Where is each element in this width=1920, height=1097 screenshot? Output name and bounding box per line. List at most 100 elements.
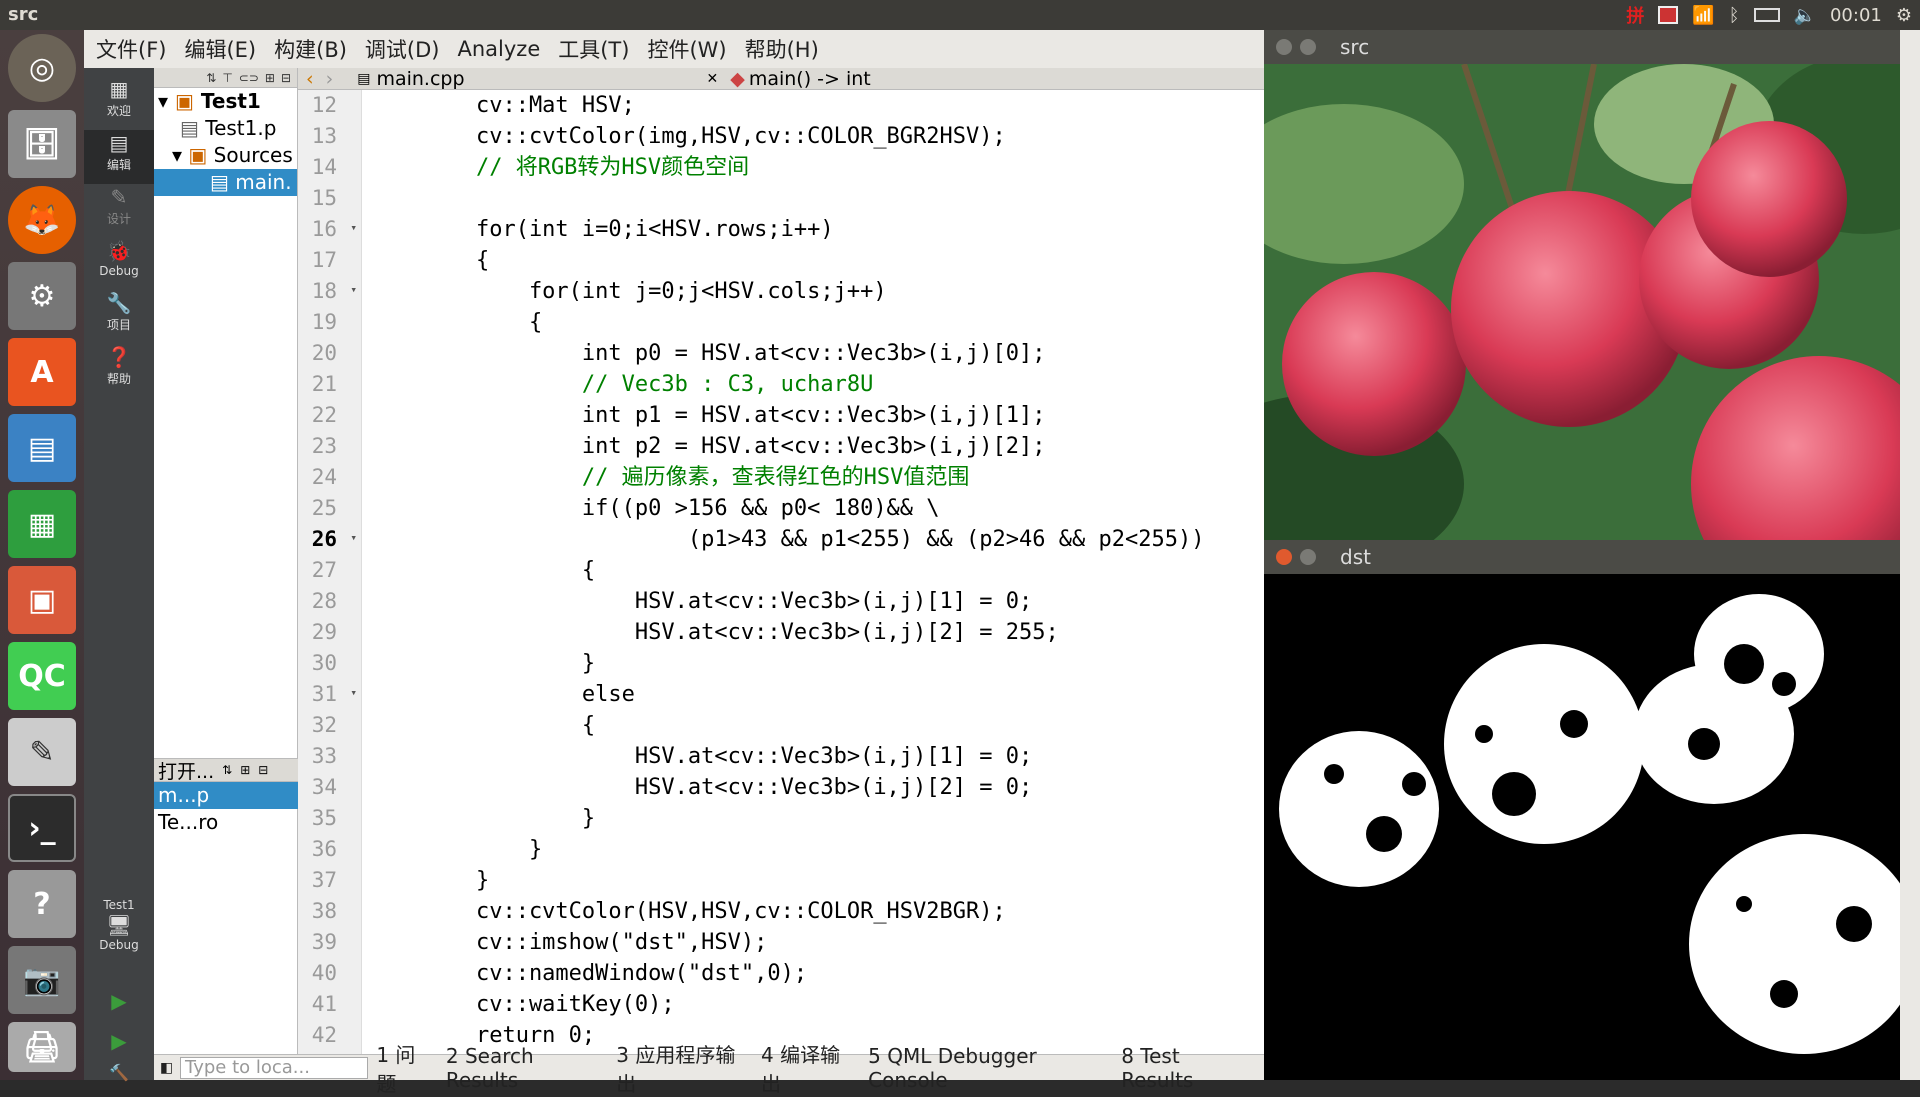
files-icon[interactable]: 🗄: [8, 110, 76, 178]
menu-help[interactable]: 帮助(H): [745, 34, 819, 64]
libreoffice-calc-icon[interactable]: ▦: [8, 490, 76, 558]
code-line[interactable]: HSV.at<cv::Vec3b>(i,j)[1] = 0;: [362, 586, 1264, 617]
close-window-button[interactable]: [1276, 39, 1292, 55]
close-pane-icon[interactable]: ⊟: [258, 763, 268, 777]
tab-search-results[interactable]: 2 Search Results: [446, 1044, 602, 1092]
run-button[interactable]: ▶: [84, 988, 154, 1024]
line-number[interactable]: 34: [298, 772, 361, 803]
ubuntu-dash-icon[interactable]: ◎: [8, 34, 76, 102]
line-number[interactable]: 40: [298, 958, 361, 989]
software-center-icon[interactable]: A: [8, 338, 76, 406]
code-line[interactable]: cv::waitKey(0);: [362, 989, 1264, 1020]
code-line[interactable]: cv::Mat HSV;: [362, 90, 1264, 121]
line-number[interactable]: 38: [298, 896, 361, 927]
build-button[interactable]: 🔨: [84, 1064, 154, 1084]
fold-marker-icon[interactable]: ▾: [350, 274, 357, 305]
code-line[interactable]: {: [362, 307, 1264, 338]
tree-item-main[interactable]: ▤ main.: [154, 169, 297, 196]
fold-marker-icon[interactable]: ▾: [350, 212, 357, 243]
gear-icon[interactable]: ⚙: [1896, 5, 1912, 26]
mode-design[interactable]: ✎ 设计: [84, 184, 154, 238]
record-icon[interactable]: [1658, 6, 1679, 24]
code-line[interactable]: }: [362, 834, 1264, 865]
code-line[interactable]: int p1 = HSV.at<cv::Vec3b>(i,j)[1];: [362, 400, 1264, 431]
filter-icon[interactable]: ⊤: [222, 71, 232, 85]
forward-arrow-icon[interactable]: ›: [326, 68, 334, 90]
code-line[interactable]: // 遍历像素，查表得红色的HSV值范围: [362, 462, 1264, 493]
code-line[interactable]: [362, 183, 1264, 214]
open-doc-item[interactable]: Te...ro: [154, 809, 298, 836]
code-line[interactable]: // Vec3b : C3, uchar8U: [362, 369, 1264, 400]
line-number[interactable]: 28: [298, 586, 361, 617]
tree-item-pro-file[interactable]: ▤ Test1.p: [154, 115, 297, 142]
link-icon[interactable]: ⊂⊃: [239, 71, 259, 85]
code-line[interactable]: for(int i=0;i<HSV.rows;i++): [362, 214, 1264, 245]
battery-icon[interactable]: [1753, 8, 1780, 22]
sort-icon[interactable]: ⇅: [222, 763, 232, 777]
code-line[interactable]: }: [362, 803, 1264, 834]
tree-item-sources[interactable]: ▾ ▣ Sources: [154, 142, 297, 169]
text-editor-icon[interactable]: ✎: [8, 718, 76, 786]
code-line[interactable]: }: [362, 648, 1264, 679]
back-arrow-icon[interactable]: ‹: [306, 68, 314, 90]
code-line[interactable]: cv::namedWindow("dst",0);: [362, 958, 1264, 989]
qt-creator-icon[interactable]: QC: [8, 642, 76, 710]
terminal-icon[interactable]: ›_: [8, 794, 76, 862]
tab-compile-output[interactable]: 4 编译输出: [761, 1039, 854, 1097]
line-number[interactable]: 24: [298, 462, 361, 493]
menu-tools[interactable]: 工具(T): [558, 34, 629, 64]
line-number[interactable]: 26 ▾: [298, 524, 361, 555]
split-icon[interactable]: ⊞: [265, 71, 275, 85]
code-line[interactable]: int p0 = HSV.at<cv::Vec3b>(i,j)[0];: [362, 338, 1264, 369]
line-number[interactable]: 25: [298, 493, 361, 524]
close-window-button[interactable]: [1276, 549, 1292, 565]
code-editor[interactable]: cv::Mat HSV; cv::cvtColor(img,HSV,cv::CO…: [362, 90, 1264, 1080]
tab-qml-debugger-console[interactable]: 5 QML Debugger Console: [868, 1044, 1107, 1092]
debug-run-button[interactable]: ▶: [84, 1028, 154, 1064]
menu-edit[interactable]: 编辑(E): [184, 34, 256, 64]
help-icon[interactable]: ?: [8, 870, 76, 938]
split-icon[interactable]: ⊞: [240, 763, 250, 777]
fold-marker-icon[interactable]: ▾: [350, 677, 357, 708]
line-number[interactable]: 31 ▾: [298, 679, 361, 710]
file-selector[interactable]: main.cpp: [376, 68, 706, 90]
line-number[interactable]: 16 ▾: [298, 214, 361, 245]
libreoffice-writer-icon[interactable]: ▤: [8, 414, 76, 482]
line-number[interactable]: 27: [298, 555, 361, 586]
camera-icon[interactable]: 📷: [8, 946, 76, 1014]
line-number[interactable]: 21: [298, 369, 361, 400]
code-line[interactable]: }: [362, 865, 1264, 896]
clock[interactable]: 00:01: [1830, 5, 1882, 26]
line-number[interactable]: 22: [298, 400, 361, 431]
sort-icon[interactable]: ⇅: [206, 71, 216, 85]
symbol-selector[interactable]: main() -> int: [749, 68, 871, 90]
line-number[interactable]: 17: [298, 245, 361, 276]
line-number[interactable]: 35: [298, 803, 361, 834]
libreoffice-impress-icon[interactable]: ▣: [8, 566, 76, 634]
code-line[interactable]: cv::imshow("dst",HSV);: [362, 927, 1264, 958]
line-number[interactable]: 37: [298, 865, 361, 896]
volume-icon[interactable]: 🔈: [1794, 5, 1816, 26]
line-number[interactable]: 23: [298, 431, 361, 462]
mode-help[interactable]: ❓ 帮助: [84, 344, 154, 398]
mode-debug[interactable]: 🐞 Debug: [84, 238, 154, 292]
bluetooth-icon[interactable]: ᛒ: [1729, 5, 1740, 26]
line-number[interactable]: 12: [298, 90, 361, 121]
code-line[interactable]: {: [362, 710, 1264, 741]
tab-issues[interactable]: 1 问题: [376, 1039, 432, 1097]
scanner-icon[interactable]: 🖨: [8, 1022, 76, 1072]
line-number[interactable]: 15: [298, 183, 361, 214]
mode-edit[interactable]: ▤ 编辑: [84, 130, 154, 184]
line-number[interactable]: 19: [298, 307, 361, 338]
line-number[interactable]: 20: [298, 338, 361, 369]
minimize-window-button[interactable]: [1300, 549, 1316, 565]
line-number[interactable]: 18 ▾: [298, 276, 361, 307]
code-line[interactable]: else: [362, 679, 1264, 710]
line-number[interactable]: 29: [298, 617, 361, 648]
toggle-sidebar-icon[interactable]: ◧: [160, 1060, 173, 1076]
locator-input[interactable]: Type to loca...: [180, 1056, 369, 1079]
mode-welcome[interactable]: ▦ 欢迎: [84, 76, 154, 130]
minimize-window-button[interactable]: [1300, 39, 1316, 55]
input-method-indicator[interactable]: 拼: [1626, 2, 1644, 28]
open-doc-item[interactable]: m...p: [154, 782, 298, 809]
